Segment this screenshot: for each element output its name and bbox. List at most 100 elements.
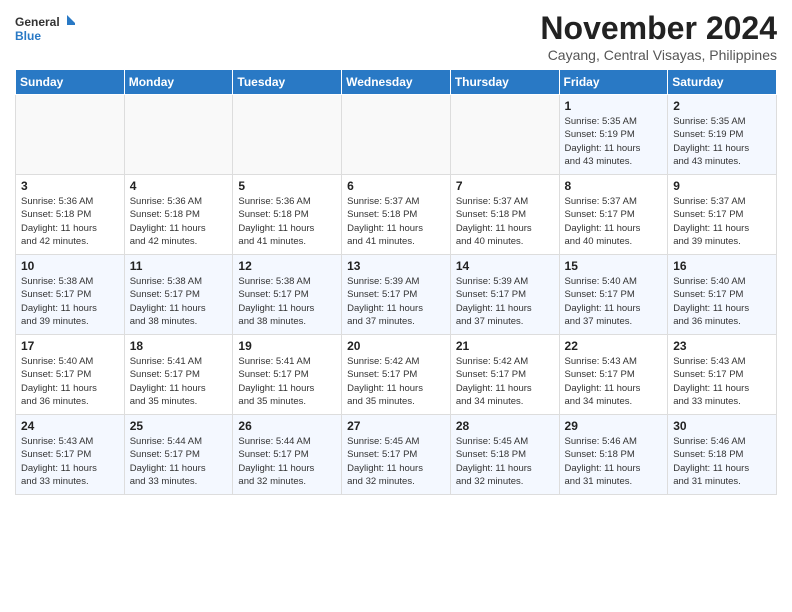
calendar-cell: 3 Sunrise: 5:36 AM Sunset: 5:18 PM Daylig… (16, 175, 125, 255)
day-number: 9 (673, 179, 771, 193)
weekday-header: Thursday (450, 70, 559, 95)
calendar-cell (342, 95, 451, 175)
weekday-header: Wednesday (342, 70, 451, 95)
day-number: 28 (456, 419, 554, 433)
calendar-cell: 6Sunrise: 5:37 AM Sunset: 5:18 PM Daylig… (342, 175, 451, 255)
calendar-cell: 30 Sunrise: 5:46 AM Sunset: 5:18 PM Dayli… (668, 415, 777, 495)
calendar-cell: 29 Sunrise: 5:46 AM Sunset: 5:18 PM Dayli… (559, 415, 668, 495)
day-info: Sunrise: 5:43 AM Sunset: 5:17 PM Dayligh… (673, 355, 771, 408)
day-info: Sunrise: 5:40 AM Sunset: 5:17 PM Dayligh… (673, 275, 771, 328)
day-number: 16 (673, 259, 771, 273)
day-number: 24 (21, 419, 119, 433)
calendar-cell: 16 Sunrise: 5:40 AM Sunset: 5:17 PM Dayli… (668, 255, 777, 335)
day-number: 1 (565, 99, 663, 113)
day-info: Sunrise: 5:42 AM Sunset: 5:17 PM Dayligh… (347, 355, 445, 408)
weekday-header: Sunday (16, 70, 125, 95)
calendar-week-row: 10 Sunrise: 5:38 AM Sunset: 5:17 PM Dayli… (16, 255, 777, 335)
day-info: Sunrise: 5:42 AM Sunset: 5:17 PM Dayligh… (456, 355, 554, 408)
day-info: Sunrise: 5:37 AM Sunset: 5:18 PM Dayligh… (347, 195, 445, 248)
day-number: 7 (456, 179, 554, 193)
calendar-cell: 22 Sunrise: 5:43 AM Sunset: 5:17 PM Dayli… (559, 335, 668, 415)
day-info: Sunrise: 5:36 AM Sunset: 5:18 PM Dayligh… (238, 195, 336, 248)
calendar-week-row: 17Sunrise: 5:40 AM Sunset: 5:17 PM Dayli… (16, 335, 777, 415)
calendar-cell: 5 Sunrise: 5:36 AM Sunset: 5:18 PM Daylig… (233, 175, 342, 255)
day-info: Sunrise: 5:40 AM Sunset: 5:17 PM Dayligh… (21, 355, 119, 408)
calendar-week-row: 3 Sunrise: 5:36 AM Sunset: 5:18 PM Daylig… (16, 175, 777, 255)
calendar-cell: 20 Sunrise: 5:42 AM Sunset: 5:17 PM Dayli… (342, 335, 451, 415)
calendar-cell: 23Sunrise: 5:43 AM Sunset: 5:17 PM Dayli… (668, 335, 777, 415)
weekday-header: Monday (124, 70, 233, 95)
day-number: 22 (565, 339, 663, 353)
calendar-cell: 1 Sunrise: 5:35 AM Sunset: 5:19 PM Daylig… (559, 95, 668, 175)
day-info: Sunrise: 5:35 AM Sunset: 5:19 PM Dayligh… (565, 115, 663, 168)
day-info: Sunrise: 5:43 AM Sunset: 5:17 PM Dayligh… (565, 355, 663, 408)
day-number: 21 (456, 339, 554, 353)
calendar-cell: 15Sunrise: 5:40 AM Sunset: 5:17 PM Dayli… (559, 255, 668, 335)
logo: General Blue (15, 10, 75, 50)
calendar-cell: 18 Sunrise: 5:41 AM Sunset: 5:17 PM Dayli… (124, 335, 233, 415)
day-number: 8 (565, 179, 663, 193)
day-number: 18 (130, 339, 228, 353)
day-info: Sunrise: 5:37 AM Sunset: 5:17 PM Dayligh… (673, 195, 771, 248)
calendar-table: SundayMondayTuesdayWednesdayThursdayFrid… (15, 69, 777, 495)
location: Cayang, Central Visayas, Philippines (540, 47, 777, 63)
day-info: Sunrise: 5:36 AM Sunset: 5:18 PM Dayligh… (21, 195, 119, 248)
calendar-cell: 21 Sunrise: 5:42 AM Sunset: 5:17 PM Dayli… (450, 335, 559, 415)
calendar-cell: 28 Sunrise: 5:45 AM Sunset: 5:18 PM Dayli… (450, 415, 559, 495)
day-number: 11 (130, 259, 228, 273)
day-number: 19 (238, 339, 336, 353)
day-number: 13 (347, 259, 445, 273)
calendar-cell (450, 95, 559, 175)
calendar-cell: 25 Sunrise: 5:44 AM Sunset: 5:17 PM Dayli… (124, 415, 233, 495)
page-header: General Blue November 2024 Cayang, Centr… (15, 10, 777, 63)
calendar-cell: 7 Sunrise: 5:37 AM Sunset: 5:18 PM Daylig… (450, 175, 559, 255)
day-info: Sunrise: 5:38 AM Sunset: 5:17 PM Dayligh… (238, 275, 336, 328)
calendar-cell: 17Sunrise: 5:40 AM Sunset: 5:17 PM Dayli… (16, 335, 125, 415)
calendar-week-row: 1 Sunrise: 5:35 AM Sunset: 5:19 PM Daylig… (16, 95, 777, 175)
day-number: 2 (673, 99, 771, 113)
day-number: 15 (565, 259, 663, 273)
calendar-cell: 10 Sunrise: 5:38 AM Sunset: 5:17 PM Dayli… (16, 255, 125, 335)
day-info: Sunrise: 5:39 AM Sunset: 5:17 PM Dayligh… (347, 275, 445, 328)
day-number: 14 (456, 259, 554, 273)
calendar-cell: 24Sunrise: 5:43 AM Sunset: 5:17 PM Dayli… (16, 415, 125, 495)
day-info: Sunrise: 5:37 AM Sunset: 5:17 PM Dayligh… (565, 195, 663, 248)
day-number: 30 (673, 419, 771, 433)
day-number: 20 (347, 339, 445, 353)
calendar-cell: 12 Sunrise: 5:38 AM Sunset: 5:17 PM Dayli… (233, 255, 342, 335)
day-number: 5 (238, 179, 336, 193)
day-number: 25 (130, 419, 228, 433)
day-number: 27 (347, 419, 445, 433)
calendar-cell: 2Sunrise: 5:35 AM Sunset: 5:19 PM Daylig… (668, 95, 777, 175)
calendar-cell (124, 95, 233, 175)
calendar-cell (233, 95, 342, 175)
calendar-week-row: 24Sunrise: 5:43 AM Sunset: 5:17 PM Dayli… (16, 415, 777, 495)
day-info: Sunrise: 5:46 AM Sunset: 5:18 PM Dayligh… (673, 435, 771, 488)
day-number: 26 (238, 419, 336, 433)
logo-svg: General Blue (15, 10, 75, 50)
calendar-cell: 4Sunrise: 5:36 AM Sunset: 5:18 PM Daylig… (124, 175, 233, 255)
day-info: Sunrise: 5:41 AM Sunset: 5:17 PM Dayligh… (130, 355, 228, 408)
calendar-cell: 27 Sunrise: 5:45 AM Sunset: 5:17 PM Dayli… (342, 415, 451, 495)
calendar-cell (16, 95, 125, 175)
day-number: 29 (565, 419, 663, 433)
svg-text:Blue: Blue (15, 29, 41, 43)
day-info: Sunrise: 5:46 AM Sunset: 5:18 PM Dayligh… (565, 435, 663, 488)
day-info: Sunrise: 5:38 AM Sunset: 5:17 PM Dayligh… (130, 275, 228, 328)
day-info: Sunrise: 5:45 AM Sunset: 5:18 PM Dayligh… (456, 435, 554, 488)
calendar-cell: 13 Sunrise: 5:39 AM Sunset: 5:17 PM Dayli… (342, 255, 451, 335)
day-info: Sunrise: 5:37 AM Sunset: 5:18 PM Dayligh… (456, 195, 554, 248)
title-block: November 2024 Cayang, Central Visayas, P… (540, 10, 777, 63)
day-number: 3 (21, 179, 119, 193)
day-number: 12 (238, 259, 336, 273)
day-number: 10 (21, 259, 119, 273)
weekday-header: Friday (559, 70, 668, 95)
day-info: Sunrise: 5:45 AM Sunset: 5:17 PM Dayligh… (347, 435, 445, 488)
calendar-cell: 9 Sunrise: 5:37 AM Sunset: 5:17 PM Daylig… (668, 175, 777, 255)
day-info: Sunrise: 5:36 AM Sunset: 5:18 PM Dayligh… (130, 195, 228, 248)
day-info: Sunrise: 5:38 AM Sunset: 5:17 PM Dayligh… (21, 275, 119, 328)
calendar-cell: 8 Sunrise: 5:37 AM Sunset: 5:17 PM Daylig… (559, 175, 668, 255)
day-info: Sunrise: 5:44 AM Sunset: 5:17 PM Dayligh… (130, 435, 228, 488)
day-info: Sunrise: 5:39 AM Sunset: 5:17 PM Dayligh… (456, 275, 554, 328)
month-year: November 2024 (540, 10, 777, 47)
